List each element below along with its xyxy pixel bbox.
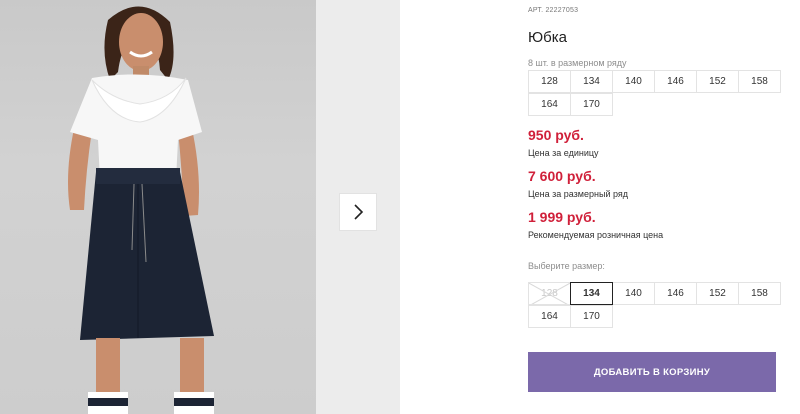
unit-price: 950 руб. xyxy=(528,127,584,143)
set-sizes-grid: 128 134 140 146 152 158 164 170 xyxy=(528,70,781,116)
size-option[interactable]: 170 xyxy=(570,305,613,328)
size-option-unavailable[interactable]: 128 xyxy=(528,282,571,305)
retail-price-caption: Рекомендуемая розничная цена xyxy=(528,230,664,240)
chevron-right-icon xyxy=(354,204,364,220)
set-size-cell: 170 xyxy=(570,93,613,116)
set-sizes-label: 8 шт. в размерном ряду xyxy=(528,58,627,68)
set-size-cell: 158 xyxy=(738,70,781,93)
size-option[interactable]: 152 xyxy=(696,282,739,305)
choose-size-label: Выберите размер: xyxy=(528,261,605,271)
product-title: Юбка xyxy=(528,29,567,46)
set-size-cell: 140 xyxy=(612,70,655,93)
size-option[interactable]: 158 xyxy=(738,282,781,305)
article-label: АРТ. xyxy=(528,7,544,14)
size-option-selected[interactable]: 134 xyxy=(570,282,613,305)
article-number: АРТ. 22227053 xyxy=(528,7,578,14)
size-option[interactable]: 146 xyxy=(654,282,697,305)
set-price-caption: Цена за размерный ряд xyxy=(528,189,629,199)
set-size-cell: 146 xyxy=(654,70,697,93)
girl-in-skirt-illustration xyxy=(68,6,214,414)
unit-price-caption: Цена за единицу xyxy=(528,148,599,158)
add-to-cart-button[interactable]: ДОБАВИТЬ В КОРЗИНУ xyxy=(528,352,776,392)
size-picker-grid: 128 134 140 146 152 158 164 170 xyxy=(528,282,781,328)
product-photo xyxy=(0,0,316,414)
set-size-cell: 152 xyxy=(696,70,739,93)
set-size-cell: 128 xyxy=(528,70,571,93)
set-size-cell: 164 xyxy=(528,93,571,116)
next-image-button[interactable] xyxy=(339,193,377,231)
size-option[interactable]: 140 xyxy=(612,282,655,305)
size-option[interactable]: 164 xyxy=(528,305,571,328)
retail-price: 1 999 руб. xyxy=(528,209,596,225)
set-price: 7 600 руб. xyxy=(528,168,596,184)
article-value: 22227053 xyxy=(545,7,579,14)
set-size-cell: 134 xyxy=(570,70,613,93)
